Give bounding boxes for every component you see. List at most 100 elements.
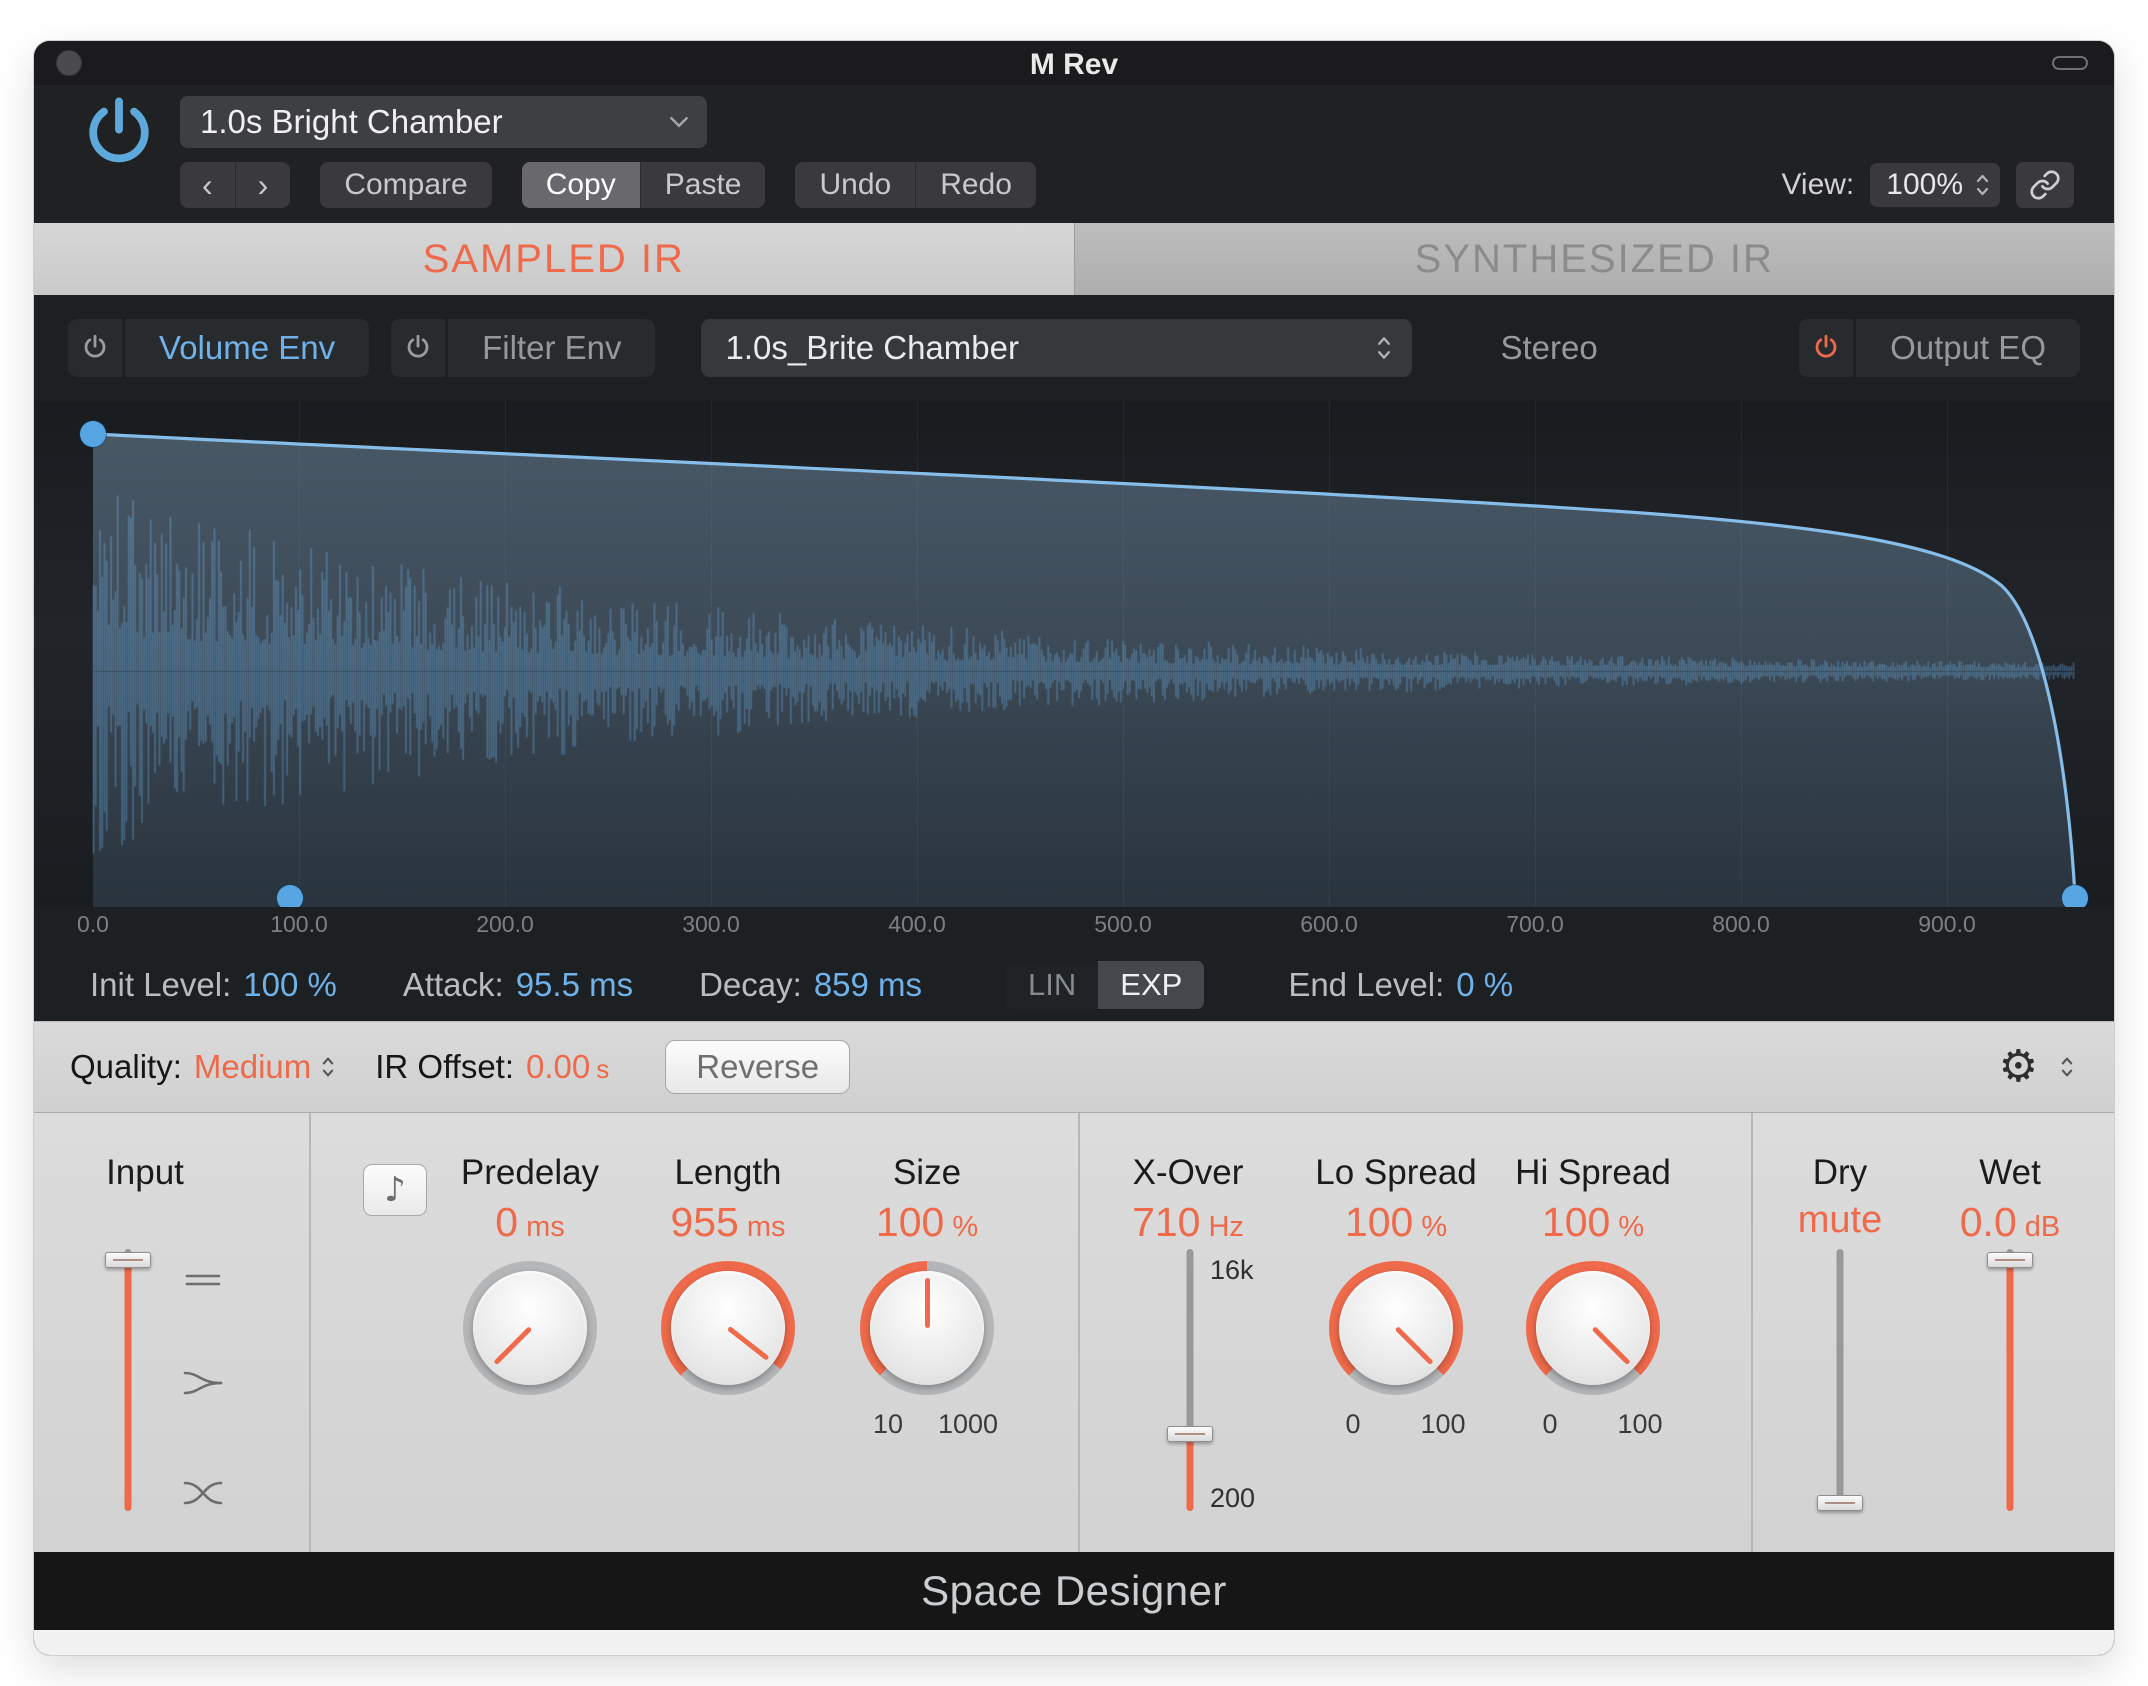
slider-fill <box>1187 1434 1194 1511</box>
env-start-handle[interactable] <box>80 421 106 447</box>
output-eq-tab[interactable]: Output EQ <box>1856 319 2080 377</box>
hi-spread-value[interactable]: 100 % <box>1493 1199 1693 1246</box>
preset-select[interactable]: 1.0s Bright Chamber <box>180 96 707 148</box>
lo-spread-value[interactable]: 100 % <box>1296 1199 1496 1246</box>
link-button[interactable] <box>2016 162 2074 208</box>
gear-icon[interactable]: ⚙ <box>1999 1045 2038 1089</box>
predelay-value[interactable]: 0 ms <box>430 1199 630 1246</box>
copy-button[interactable]: Copy <box>522 162 640 208</box>
lo-spread-min-label: 0 <box>1308 1409 1398 1440</box>
view-zoom-select[interactable]: 100% <box>1870 163 2000 207</box>
input-stereo-icon[interactable] <box>180 1263 226 1299</box>
env-end-handle[interactable] <box>2062 885 2088 907</box>
input-slider-thumb[interactable] <box>105 1252 151 1268</box>
redo-button[interactable]: Redo <box>915 162 1036 208</box>
predelay-sync-button[interactable]: ♪ <box>363 1164 427 1216</box>
dry-slider[interactable] <box>1817 1249 1863 1511</box>
plugin-power-icon[interactable] <box>74 91 164 181</box>
end-level-value[interactable]: 0 % <box>1456 966 1513 1004</box>
volume-env-power-icon[interactable] <box>68 319 122 377</box>
volume-env-tab[interactable]: Volume Env <box>125 319 369 377</box>
hi-spread-label: Hi Spread <box>1493 1153 1693 1193</box>
init-level: Init Level: 100 % <box>90 966 337 1004</box>
axis-tick: 0.0 <box>48 911 138 938</box>
dry-mute-value[interactable]: mute <box>1798 1199 1882 1242</box>
divider <box>1078 1113 1080 1552</box>
view-zoom-value: 100% <box>1886 168 1963 202</box>
parameter-panel: Input ♪ Predelay 0 ms Length 9 <box>34 1113 2114 1552</box>
size-value[interactable]: 100 % <box>827 1199 1027 1246</box>
wet-slider-thumb[interactable] <box>1987 1252 2033 1268</box>
settings-stepper-icon[interactable] <box>2060 1055 2074 1079</box>
wet-slider[interactable] <box>1987 1249 2033 1511</box>
input-crossed-icon[interactable] <box>180 1476 226 1512</box>
attack-label: Attack: <box>403 966 504 1004</box>
length-value[interactable]: 955 ms <box>628 1199 828 1246</box>
reverse-button[interactable]: Reverse <box>665 1040 850 1094</box>
axis-tick: 600.0 <box>1284 911 1374 938</box>
xover-value[interactable]: 710 Hz <box>1088 1199 1288 1246</box>
hi-spread-knob[interactable] <box>1526 1261 1660 1395</box>
axis-tick: 400.0 <box>872 911 962 938</box>
prev-preset-button[interactable]: ‹ <box>180 162 235 208</box>
settings-group: ⚙ <box>1999 1045 2074 1089</box>
predelay-number[interactable]: 0 <box>495 1199 518 1246</box>
size-unit: % <box>952 1211 978 1244</box>
lin-button[interactable]: LIN <box>1006 961 1098 1009</box>
predelay-label: Predelay <box>430 1153 630 1193</box>
end-level: End Level: 0 % <box>1288 966 1513 1004</box>
lo-spread-knob[interactable] <box>1329 1261 1463 1395</box>
xover-slider[interactable] <box>1167 1249 1213 1511</box>
hi-spread-number[interactable]: 100 <box>1542 1199 1610 1246</box>
lo-spread-unit: % <box>1421 1211 1447 1244</box>
volume-envelope-curve <box>34 401 2114 907</box>
ir-offset-value[interactable]: 0.00 <box>526 1048 590 1086</box>
tab-synthesized-ir[interactable]: SYNTHESIZED IR <box>1074 223 2115 295</box>
output-eq-power-icon[interactable] <box>1799 319 1853 377</box>
knob-needle <box>925 1278 930 1328</box>
titlebar: M Rev <box>34 41 2114 85</box>
length-number[interactable]: 955 <box>670 1199 738 1246</box>
dry-slider-thumb[interactable] <box>1817 1495 1863 1511</box>
undo-button[interactable]: Undo <box>795 162 915 208</box>
quality-stepper-icon[interactable] <box>321 1055 335 1079</box>
xover-bottom-label: 200 <box>1210 1483 1300 1514</box>
quality-value[interactable]: Medium <box>194 1048 311 1086</box>
lo-spread-number[interactable]: 100 <box>1345 1199 1413 1246</box>
size-knob[interactable] <box>860 1261 994 1395</box>
tab-sampled-ir[interactable]: SAMPLED IR <box>34 223 1074 295</box>
paste-button[interactable]: Paste <box>640 162 766 208</box>
input-slider[interactable] <box>105 1249 151 1511</box>
size-number[interactable]: 100 <box>876 1199 944 1246</box>
plugin-window: M Rev 1.0s Bright Chamber ‹ › Compare Co… <box>34 41 2114 1655</box>
filter-env-power-icon[interactable] <box>391 319 445 377</box>
filter-env-tab[interactable]: Filter Env <box>448 319 655 377</box>
chevron-down-icon <box>669 116 689 128</box>
init-level-value[interactable]: 100 % <box>243 966 337 1004</box>
time-axis: 0.0 100.0 200.0 300.0 400.0 500.0 600.0 … <box>34 907 2114 949</box>
compare-button[interactable]: Compare <box>320 162 491 208</box>
divider <box>309 1113 311 1552</box>
window-minimize-button[interactable] <box>2052 56 2088 70</box>
xover-number[interactable]: 710 <box>1132 1199 1200 1246</box>
wet-label: Wet <box>1910 1153 2110 1193</box>
ir-sample-select[interactable]: 1.0s_Brite Chamber <box>701 319 1412 377</box>
wet-value[interactable]: 0.0 dB <box>1910 1199 2110 1246</box>
xover-slider-thumb[interactable] <box>1167 1426 1213 1442</box>
length-knob[interactable] <box>661 1261 795 1395</box>
hi-spread-max-label: 100 <box>1595 1409 1685 1440</box>
decay-value[interactable]: 859 ms <box>814 966 922 1004</box>
input-mono-sum-icon[interactable] <box>180 1366 226 1402</box>
env-attack-handle[interactable] <box>277 885 303 907</box>
next-preset-button[interactable]: › <box>235 162 291 208</box>
ir-waveform-display[interactable] <box>34 401 2114 907</box>
length-unit: ms <box>747 1211 786 1244</box>
attack-value[interactable]: 95.5 ms <box>516 966 633 1004</box>
predelay-knob[interactable] <box>463 1261 597 1395</box>
init-level-label: Init Level: <box>90 966 231 1004</box>
ir-offset-unit: s <box>596 1054 609 1085</box>
wet-number[interactable]: 0.0 <box>1960 1199 2017 1246</box>
decay-label: Decay: <box>699 966 802 1004</box>
exp-button[interactable]: EXP <box>1098 961 1204 1009</box>
size-max-label: 1000 <box>923 1409 1013 1440</box>
